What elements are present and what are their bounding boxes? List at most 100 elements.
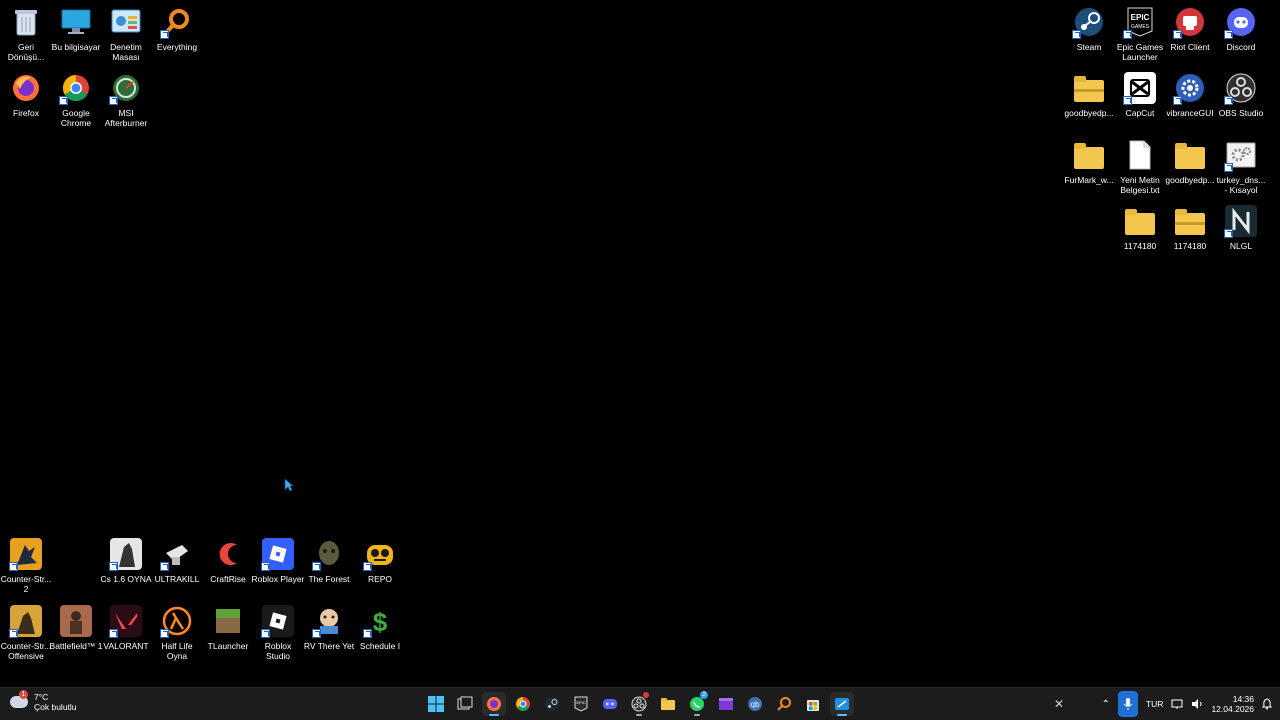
taskbar-epic-games[interactable]: EPIC [569, 692, 593, 716]
epic-games-icon-item[interactable]: EPIC GAMES Epic Games Launcher [1114, 6, 1166, 62]
weather-widget[interactable]: 1 7°C Çok bulutlu [10, 690, 77, 712]
shortcut-arrow-icon [1224, 30, 1233, 39]
msi-afterburner-icon-item[interactable]: MSI Afterburner [100, 72, 152, 128]
folder-icon [1174, 139, 1206, 171]
shortcut-arrow-icon [9, 562, 18, 571]
csgo-icon [9, 605, 42, 638]
task-view-button[interactable] [453, 692, 477, 716]
csgo-icon-item[interactable]: Counter-Str... Offensive [0, 605, 52, 661]
clock-time: 14:36 [1232, 694, 1254, 704]
taskbar-file-explorer[interactable] [656, 692, 680, 716]
taskbar-snipping-tool[interactable] [830, 692, 854, 716]
chevron-up-icon[interactable]: ⌃ [1102, 699, 1110, 710]
capcut-icon [1123, 72, 1156, 105]
vibrancegui-icon-item[interactable]: vibranceGUI [1164, 72, 1216, 118]
everything-icon-item[interactable]: Everything [151, 6, 203, 52]
shortcut-arrow-icon [160, 30, 169, 39]
language-indicator[interactable]: TUR [1146, 699, 1163, 709]
schedule-i-icon-item[interactable]: $ Schedule I [354, 605, 406, 651]
icon-label: Discord [1226, 42, 1256, 52]
riot-client-icon-item[interactable]: Riot Client [1164, 6, 1216, 52]
ultrakill-icon-item[interactable]: ULTRAKILL [151, 538, 203, 584]
the-forest-icon-item[interactable]: The Forest [303, 538, 355, 584]
cs2-icon [9, 538, 42, 571]
repo-icon-item[interactable]: REPO [354, 538, 406, 584]
qbittorrent-icon: qb [748, 697, 762, 711]
weather-condition: Çok bulutlu [34, 702, 77, 712]
taskbar-chrome[interactable] [511, 692, 535, 716]
control-panel-icon-item[interactable]: Denetim Masası [100, 6, 152, 62]
shortcut-arrow-icon [261, 629, 270, 638]
microphone-icon [1123, 698, 1133, 710]
valorant-icon-item[interactable]: VALORANT [100, 605, 152, 651]
icon-label: Everything [156, 42, 198, 52]
recycle-bin-icon [10, 6, 42, 38]
cs2-icon-item[interactable]: Counter-Str... 2 [0, 538, 52, 594]
start-button[interactable] [424, 692, 448, 716]
close-icon[interactable]: ✕ [1052, 697, 1066, 711]
folder-icon [1124, 205, 1156, 237]
discord-icon-item[interactable]: Discord [1215, 6, 1267, 52]
turkey-dns-icon-item[interactable]: turkey_dns... - Kısayol [1215, 139, 1267, 195]
folder-icon [661, 698, 675, 710]
gear-icon [1173, 72, 1206, 105]
desktop[interactable]: Geri Dönüşü... Bu bilgisayar Denetim Mas… [0, 0, 1280, 688]
dollar-icon: $ [363, 605, 396, 638]
taskbar-whatsapp[interactable]: 2 [685, 691, 709, 716]
epic-games-icon: EPIC GAMES [1123, 6, 1156, 39]
half-life-icon-item[interactable]: Half Life Oyna [151, 605, 203, 661]
task-view-icon [457, 696, 473, 710]
taskbar: 1 7°C Çok bulutlu EPIC 2 qb ✕ ⌃ TUR 14:3… [0, 687, 1280, 720]
roblox-player-icon-item[interactable]: Roblox Player [252, 538, 304, 584]
steam-icon-item[interactable]: Steam [1063, 6, 1115, 52]
svg-text:qb: qb [751, 700, 760, 709]
taskbar-steam[interactable] [540, 692, 564, 716]
nlgl-icon-item[interactable]: NLGL [1215, 205, 1267, 251]
rv-there-yet-icon-item[interactable]: RV There Yet [303, 605, 355, 651]
notification-bell-icon[interactable] [1262, 698, 1272, 710]
grass-block-icon [212, 605, 244, 637]
furmark-folder-icon-item[interactable]: FurMark_w... [1063, 139, 1115, 185]
volume-icon[interactable] [1191, 699, 1203, 709]
clapper-icon [719, 698, 733, 710]
taskbar-firefox[interactable] [482, 692, 506, 716]
store-bag-icon [807, 700, 819, 711]
firefox-icon [10, 72, 42, 104]
recording-dot [643, 692, 649, 698]
clock[interactable]: 14:36 12.04.2026 [1211, 694, 1254, 714]
rv-there-yet-icon [312, 605, 345, 638]
svg-text:EPIC: EPIC [576, 700, 585, 705]
whatsapp-badge: 2 [700, 691, 708, 699]
network-icon[interactable] [1171, 699, 1183, 709]
taskbar-capcut[interactable] [714, 692, 738, 716]
obs-studio-icon-item[interactable]: OBS Studio [1215, 72, 1267, 118]
lambda-icon [160, 605, 193, 638]
shortcut-arrow-icon [312, 629, 321, 638]
taskbar-pinned-apps: EPIC 2 qb [424, 691, 854, 716]
weather-badge: 1 [19, 690, 28, 699]
folder-icon [1073, 139, 1105, 171]
goodbyedpi-zip-icon-item[interactable]: goodbyedp... [1063, 72, 1115, 118]
shortcut-arrow-icon [1173, 30, 1182, 39]
roblox-studio-icon-item[interactable]: Roblox Studio [252, 605, 304, 661]
taskbar-everything[interactable] [772, 692, 796, 716]
cloud-icon: 1 [10, 690, 28, 708]
text-document-icon-item[interactable]: Yeni Metin Belgesi.txt [1114, 139, 1166, 195]
goodbyedpi-folder-icon-item[interactable]: goodbyedp... [1164, 139, 1216, 185]
svg-text:GAMES: GAMES [1131, 24, 1150, 30]
icon-label: REPO [367, 574, 393, 584]
taskbar-obs-studio[interactable] [627, 692, 651, 716]
repo-robot-icon [363, 538, 396, 571]
taskbar-qbittorrent[interactable]: qb [743, 692, 767, 716]
folder-1174180-b-item[interactable]: 1174180 [1164, 205, 1216, 251]
monitor-icon [60, 6, 92, 38]
steam-icon [1072, 6, 1105, 39]
microphone-button[interactable] [1117, 691, 1138, 717]
recycle-bin-icon-item[interactable]: Geri Dönüşü... [0, 6, 52, 62]
craftrise-icon [212, 538, 244, 570]
taskbar-microsoft-store[interactable] [801, 692, 825, 716]
cs16-icon-item[interactable]: Cs 1.6 OYNA [100, 538, 152, 584]
battlefield-icon [60, 605, 92, 637]
taskbar-discord[interactable] [598, 692, 622, 716]
shortcut-arrow-icon [1224, 229, 1233, 238]
